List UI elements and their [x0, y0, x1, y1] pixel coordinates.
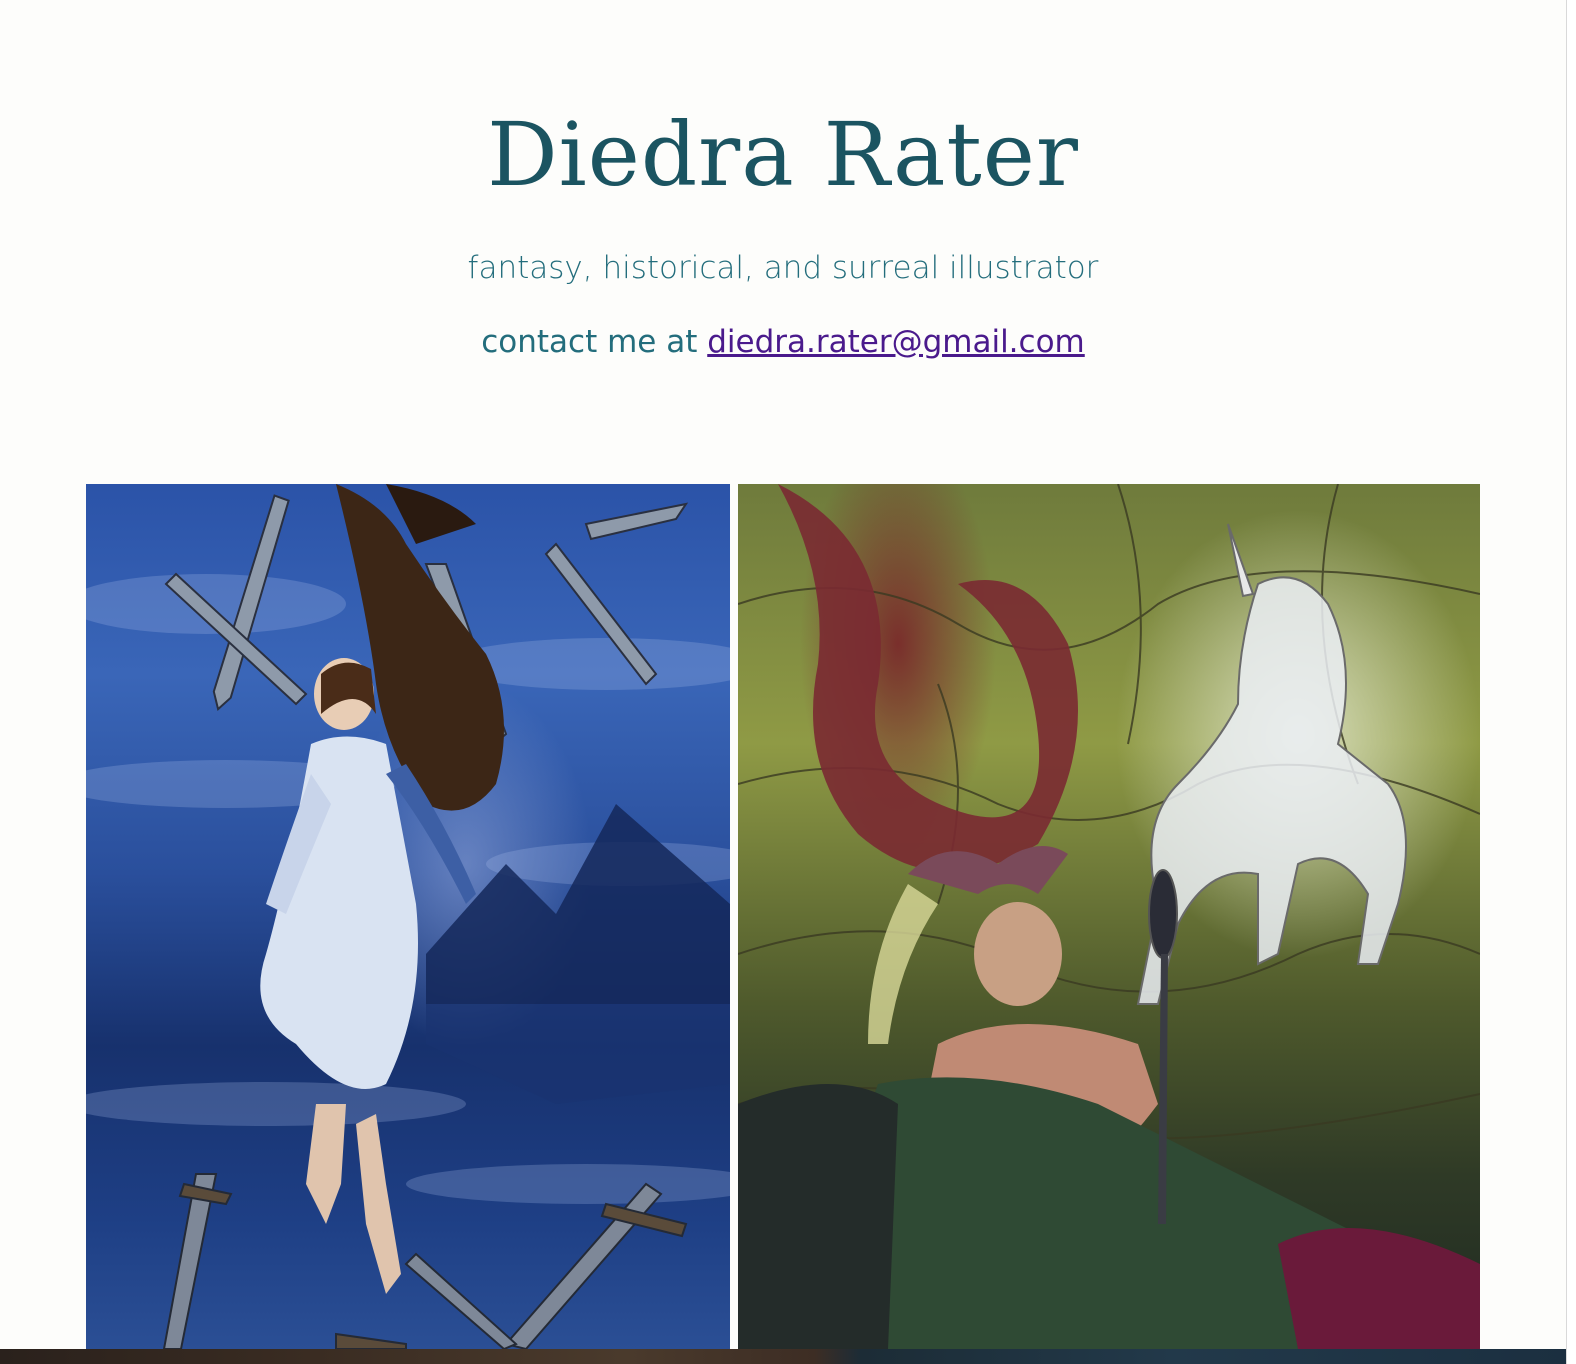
email-link[interactable]: diedra.rater@gmail.com	[707, 324, 1085, 360]
unicorn-illustration	[738, 484, 1480, 1349]
gallery-image-unicorn[interactable]	[738, 484, 1480, 1349]
gallery-image-swords[interactable]	[86, 484, 730, 1349]
contact-line: contact me at diedra.rater@gmail.com	[0, 322, 1566, 362]
site-title: Diedra Rater	[487, 103, 1079, 206]
site-tagline: fantasy, historical, and surreal illustr…	[467, 250, 1099, 286]
next-gallery-row-peek	[0, 1349, 1566, 1364]
swords-illustration	[86, 484, 730, 1349]
page: Diedra Rater fantasy, historical, and su…	[0, 0, 1566, 1356]
scrollbar-track[interactable]	[1566, 0, 1576, 1364]
contact-prefix: contact me at	[481, 324, 708, 360]
